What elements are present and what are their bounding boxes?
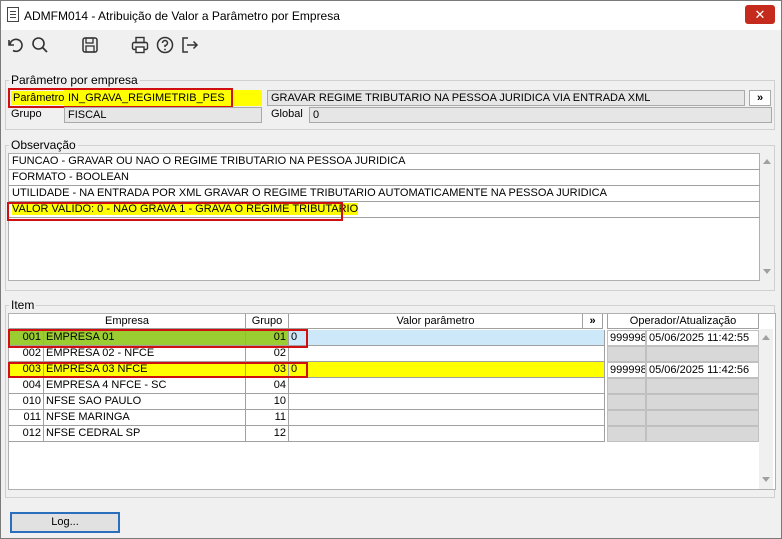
observacao-title: Observação xyxy=(9,138,78,152)
atualizacao-cell xyxy=(646,378,759,394)
valor-parametro-cell[interactable] xyxy=(289,394,605,410)
grupo-cell[interactable]: 03 xyxy=(246,362,289,378)
empresa-code-cell[interactable]: 001 xyxy=(9,330,44,346)
item-title: Item xyxy=(9,298,37,312)
title-bar: ADMFM014 - Atribuição de Valor a Parâmet… xyxy=(1,1,781,30)
close-button[interactable]: ✕ xyxy=(745,5,775,24)
observacao-line: FUNCAO - GRAVAR OU NAO O REGIME TRIBUTAR… xyxy=(9,154,760,170)
empresa-name-cell[interactable]: EMPRESA 01 xyxy=(44,330,246,346)
header-operador[interactable]: Operador/Atualização xyxy=(607,314,759,329)
valor-parametro-cell[interactable] xyxy=(289,426,605,442)
operador-cell xyxy=(607,426,646,442)
window: ADMFM014 - Atribuição de Valor a Parâmet… xyxy=(0,0,782,539)
global-field: 0 xyxy=(309,107,772,123)
grupo-cell[interactable]: 04 xyxy=(246,378,289,394)
observacao-text-area[interactable]: FUNCAO - GRAVAR OU NAO O REGIME TRIBUTAR… xyxy=(8,153,760,281)
grupo-cell[interactable]: 02 xyxy=(246,346,289,362)
header-grupo[interactable]: Grupo xyxy=(246,314,289,329)
empresa-name-cell[interactable]: NFSE SAO PAULO xyxy=(44,394,246,410)
operador-cell xyxy=(607,394,646,410)
atualizacao-cell: 05/06/2025 11:42:56 xyxy=(646,362,759,378)
valor-parametro-cell[interactable] xyxy=(289,346,605,362)
operador-cell xyxy=(607,378,646,394)
empresa-code-cell[interactable]: 003 xyxy=(9,362,44,378)
grupo-cell[interactable]: 12 xyxy=(246,426,289,442)
observacao-line: UTILIDADE - NA ENTRADA POR XML GRAVAR O … xyxy=(9,186,760,202)
more-button[interactable]: » xyxy=(749,90,771,106)
scroll-down-icon[interactable] xyxy=(762,477,770,482)
valor-valido-text: VALOR VALIDO: 0 - NAO GRAVA 1 - GRAVA O … xyxy=(12,203,359,215)
empresa-code-cell[interactable]: 002 xyxy=(9,346,44,362)
save-icon[interactable] xyxy=(80,35,100,55)
empresa-code-cell[interactable]: 004 xyxy=(9,378,44,394)
atualizacao-cell: 05/06/2025 11:42:55 xyxy=(646,330,759,346)
header-empresa[interactable]: Empresa xyxy=(9,314,246,329)
exit-icon[interactable] xyxy=(180,35,200,55)
undo-icon[interactable] xyxy=(5,35,25,55)
grupo-cell[interactable]: 01 xyxy=(246,330,289,346)
item-scrollbar[interactable] xyxy=(759,329,773,489)
valor-parametro-cell[interactable]: 0 xyxy=(289,330,605,346)
atualizacao-cell xyxy=(646,394,759,410)
search-icon[interactable] xyxy=(30,35,50,55)
empresa-name-cell[interactable]: NFSE CEDRAL SP xyxy=(44,426,246,442)
scroll-up-icon[interactable] xyxy=(763,159,771,164)
parametro-label: Parâmetro xyxy=(11,91,67,105)
log-button[interactable]: Log... xyxy=(10,512,120,533)
empresa-code-cell[interactable]: 012 xyxy=(9,426,44,442)
help-icon[interactable] xyxy=(155,35,175,55)
scroll-down-icon[interactable] xyxy=(763,269,771,274)
print-icon[interactable] xyxy=(130,35,150,55)
header-valor[interactable]: Valor parâmetro xyxy=(289,314,583,329)
scroll-up-icon[interactable] xyxy=(762,335,770,340)
valor-parametro-cell[interactable] xyxy=(289,378,605,394)
empresa-name-cell[interactable]: EMPRESA 03 NFCE xyxy=(44,362,246,378)
empresa-code-cell[interactable]: 010 xyxy=(9,394,44,410)
parametro-field[interactable]: IN_GRAVA_REGIMETRIB_PES xyxy=(64,90,262,106)
operador-cell: 999998 xyxy=(607,330,646,346)
atualizacao-cell xyxy=(646,410,759,426)
observacao-line: VALOR VALIDO: 0 - NAO GRAVA 1 - GRAVA O … xyxy=(9,202,760,218)
operador-cell xyxy=(607,346,646,362)
window-title: ADMFM014 - Atribuição de Valor a Parâmet… xyxy=(24,9,340,23)
empresa-name-cell[interactable]: EMPRESA 02 - NFCE xyxy=(44,346,246,362)
grupo-field: FISCAL xyxy=(64,107,262,123)
atualizacao-cell xyxy=(646,426,759,442)
toolbar xyxy=(1,31,781,59)
observacao-line: FORMATO - BOOLEAN xyxy=(9,170,760,186)
grupo-cell[interactable]: 10 xyxy=(246,394,289,410)
param-group-title: Parâmetro por empresa xyxy=(9,73,140,87)
empresa-code-cell[interactable]: 011 xyxy=(9,410,44,426)
grupo-label: Grupo xyxy=(11,108,42,120)
item-grid: Empresa Grupo Valor parâmetro » Operador… xyxy=(8,313,776,490)
global-label: Global xyxy=(271,108,303,120)
valor-parametro-cell[interactable] xyxy=(289,410,605,426)
atualizacao-cell xyxy=(646,346,759,362)
header-more-button[interactable]: » xyxy=(583,314,603,329)
observacao-scrollbar[interactable] xyxy=(760,153,774,281)
app-document-icon xyxy=(7,7,19,22)
valor-parametro-cell[interactable]: 0 xyxy=(289,362,605,378)
empresa-name-cell[interactable]: EMPRESA 4 NFCE - SC xyxy=(44,378,246,394)
operador-cell xyxy=(607,410,646,426)
empresa-name-cell[interactable]: NFSE MARINGA xyxy=(44,410,246,426)
parametro-description: GRAVAR REGIME TRIBUTARIO NA PESSOA JURID… xyxy=(267,90,745,106)
grupo-cell[interactable]: 11 xyxy=(246,410,289,426)
operador-cell: 999998 xyxy=(607,362,646,378)
